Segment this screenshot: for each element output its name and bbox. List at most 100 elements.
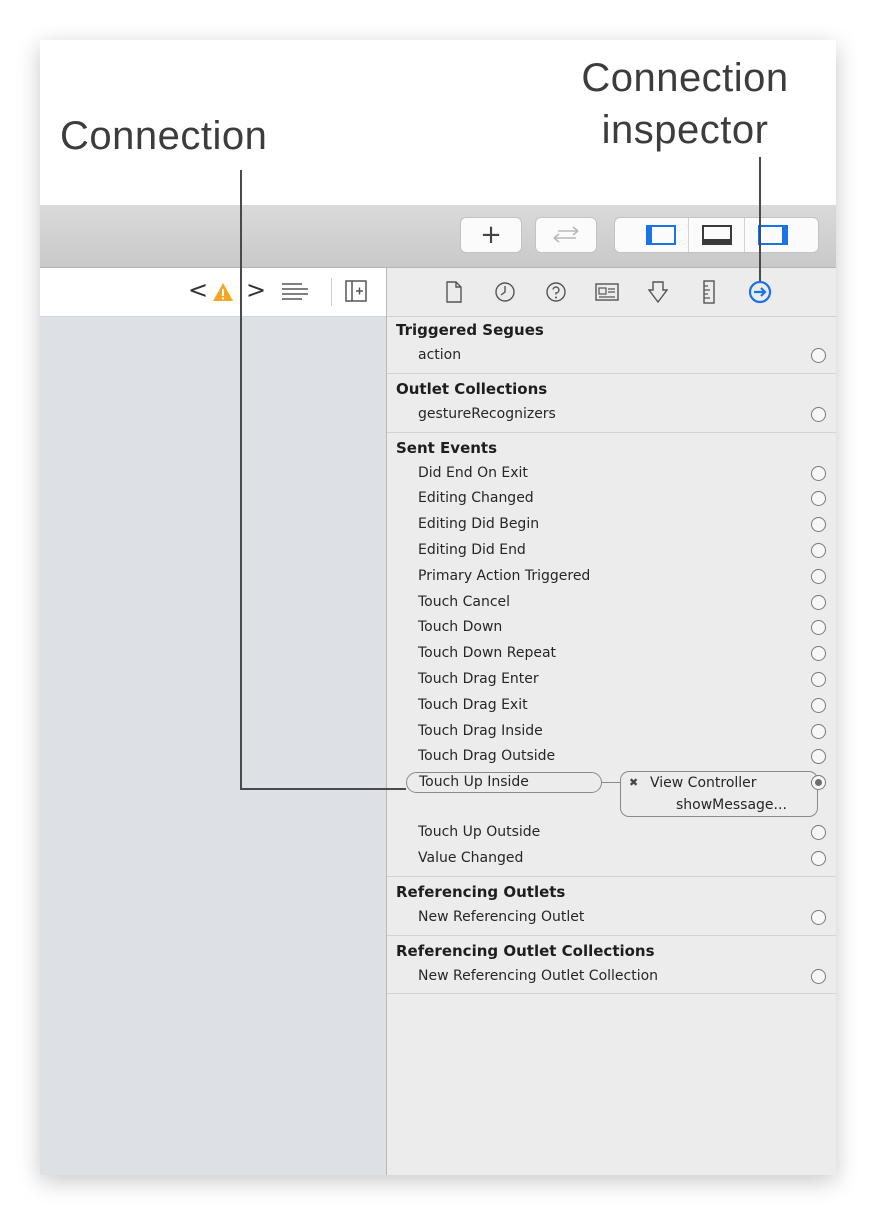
callout-line-1: Connection bbox=[581, 56, 789, 100]
list-item: Touch Cancel bbox=[387, 590, 836, 616]
row-label: Editing Did Begin bbox=[418, 516, 540, 533]
connection-circle-filled[interactable] bbox=[811, 775, 826, 791]
list-item: Editing Did End bbox=[387, 538, 836, 564]
debug-area-toggle-icon bbox=[701, 225, 732, 245]
inspector-callout-line bbox=[759, 157, 761, 281]
connected-event-row: Touch Up Inside ✖ View Controller showMe… bbox=[387, 770, 836, 820]
callout-line-2: inspector bbox=[601, 108, 769, 152]
connection-circle[interactable] bbox=[811, 671, 826, 687]
section-title: Sent Events bbox=[396, 438, 498, 457]
row-label: New Referencing Outlet bbox=[418, 908, 585, 925]
toolbar: + bbox=[40, 205, 836, 268]
editor-canvas[interactable] bbox=[40, 317, 386, 1175]
identity-icon bbox=[595, 283, 619, 301]
row-label: Touch Drag Enter bbox=[418, 670, 539, 687]
connections-icon bbox=[748, 280, 772, 304]
list-item: Touch Down bbox=[387, 615, 836, 641]
section-divider bbox=[387, 372, 836, 374]
section-title: Referencing Outlet Collections bbox=[396, 941, 655, 960]
list-item: Touch Drag Inside bbox=[387, 719, 836, 745]
connection-circle[interactable] bbox=[811, 348, 826, 363]
list-item: Value Changed bbox=[387, 846, 836, 872]
tab-history-inspector[interactable] bbox=[493, 280, 517, 304]
inspector-toggle-icon bbox=[757, 225, 788, 245]
inspector-toggle-button[interactable] bbox=[744, 218, 800, 252]
connected-event-pill[interactable]: Touch Up Inside bbox=[406, 772, 602, 794]
plus-icon: + bbox=[480, 220, 502, 250]
row-label: Editing Did End bbox=[418, 541, 526, 558]
connection-circle[interactable] bbox=[811, 491, 826, 507]
row-label: Primary Action Triggered bbox=[418, 567, 591, 584]
connection-circle[interactable] bbox=[811, 968, 826, 984]
section-divider bbox=[387, 431, 836, 433]
jumpbar-separator bbox=[331, 278, 332, 306]
list-item: gestureRecognizers bbox=[387, 402, 836, 428]
tab-connections-inspector[interactable] bbox=[748, 280, 772, 304]
tab-quick-help[interactable] bbox=[544, 280, 568, 304]
jump-bar: < > bbox=[40, 268, 386, 317]
list-item: Did End On Exit bbox=[387, 461, 836, 487]
previous-issue-button[interactable]: < bbox=[188, 276, 208, 304]
section-divider bbox=[387, 875, 836, 877]
triggered-segues-section: Triggered Segues action bbox=[387, 317, 836, 369]
connection-circle[interactable] bbox=[811, 620, 826, 636]
connection-circle[interactable] bbox=[811, 594, 826, 610]
row-label: Touch Up Inside bbox=[419, 774, 529, 791]
connection-circle[interactable] bbox=[811, 697, 826, 713]
help-icon bbox=[546, 282, 566, 302]
navigator-toggle-button[interactable] bbox=[633, 218, 688, 252]
code-review-button[interactable] bbox=[535, 217, 597, 253]
section-title: Outlet Collections bbox=[396, 379, 548, 398]
debug-area-toggle-button[interactable] bbox=[688, 218, 744, 252]
section-title: Referencing Outlets bbox=[396, 882, 566, 901]
tab-file-inspector[interactable] bbox=[442, 280, 466, 304]
window-frame: Connection Connection inspector + < > Tr… bbox=[40, 40, 836, 1175]
connection-circle[interactable] bbox=[811, 517, 826, 533]
tab-size-inspector[interactable] bbox=[697, 280, 721, 304]
connection-callout: Connection bbox=[60, 114, 268, 158]
back-forward-arrows-icon bbox=[553, 226, 579, 243]
connection-circle[interactable] bbox=[811, 825, 826, 841]
inspector-tab-bar bbox=[387, 268, 836, 317]
warning-icon[interactable] bbox=[212, 282, 234, 302]
connection-circle[interactable] bbox=[811, 749, 826, 765]
file-icon bbox=[446, 281, 462, 303]
navigator-toggle-icon bbox=[645, 225, 676, 245]
add-library-button[interactable]: + bbox=[460, 217, 522, 253]
sent-events-section: Sent Events Did End On Exit Editing Chan… bbox=[387, 435, 836, 872]
lines-icon[interactable] bbox=[280, 282, 310, 302]
attributes-icon bbox=[648, 281, 668, 304]
tab-attributes-inspector[interactable] bbox=[646, 280, 670, 304]
connection-circle[interactable] bbox=[811, 646, 826, 662]
connection-callout-line-horizontal bbox=[240, 788, 406, 790]
connection-circle[interactable] bbox=[811, 723, 826, 739]
section-divider bbox=[387, 993, 836, 995]
connection-target: View Controller bbox=[650, 775, 757, 792]
row-label: Did End On Exit bbox=[418, 464, 528, 481]
list-item: Touch Up Outside bbox=[387, 820, 836, 846]
list-item: Touch Drag Outside bbox=[387, 744, 836, 770]
connection-circle[interactable] bbox=[811, 909, 826, 925]
inspector-pane: Triggered Segues action Outlet Collectio… bbox=[387, 268, 836, 1175]
row-label: Touch Drag Inside bbox=[418, 722, 543, 739]
connection-target-box[interactable]: ✖ View Controller showMessage... bbox=[620, 771, 818, 818]
referencing-outlet-collections-section: Referencing Outlet Collections New Refer… bbox=[387, 938, 836, 990]
connection-circle[interactable] bbox=[811, 850, 826, 866]
connection-circle[interactable] bbox=[811, 568, 826, 584]
history-icon bbox=[495, 282, 515, 302]
connection-circle[interactable] bbox=[811, 406, 826, 422]
row-label: action bbox=[418, 347, 462, 363]
layout-toggle-group bbox=[614, 217, 819, 253]
connection-circle[interactable] bbox=[811, 465, 826, 481]
connection-inspector-callout: Connection inspector bbox=[560, 52, 810, 156]
connection-circle[interactable] bbox=[811, 542, 826, 558]
add-editor-icon[interactable] bbox=[345, 280, 367, 302]
next-issue-button[interactable]: > bbox=[246, 276, 266, 304]
list-item: Touch Drag Exit bbox=[387, 693, 836, 719]
tab-identity-inspector[interactable] bbox=[595, 280, 619, 304]
row-label: Touch Cancel bbox=[418, 593, 511, 610]
row-label: Touch Up Outside bbox=[418, 824, 541, 841]
list-item: Editing Changed bbox=[387, 486, 836, 512]
section-divider bbox=[387, 934, 836, 936]
remove-connection-button[interactable]: ✖ bbox=[629, 772, 638, 794]
